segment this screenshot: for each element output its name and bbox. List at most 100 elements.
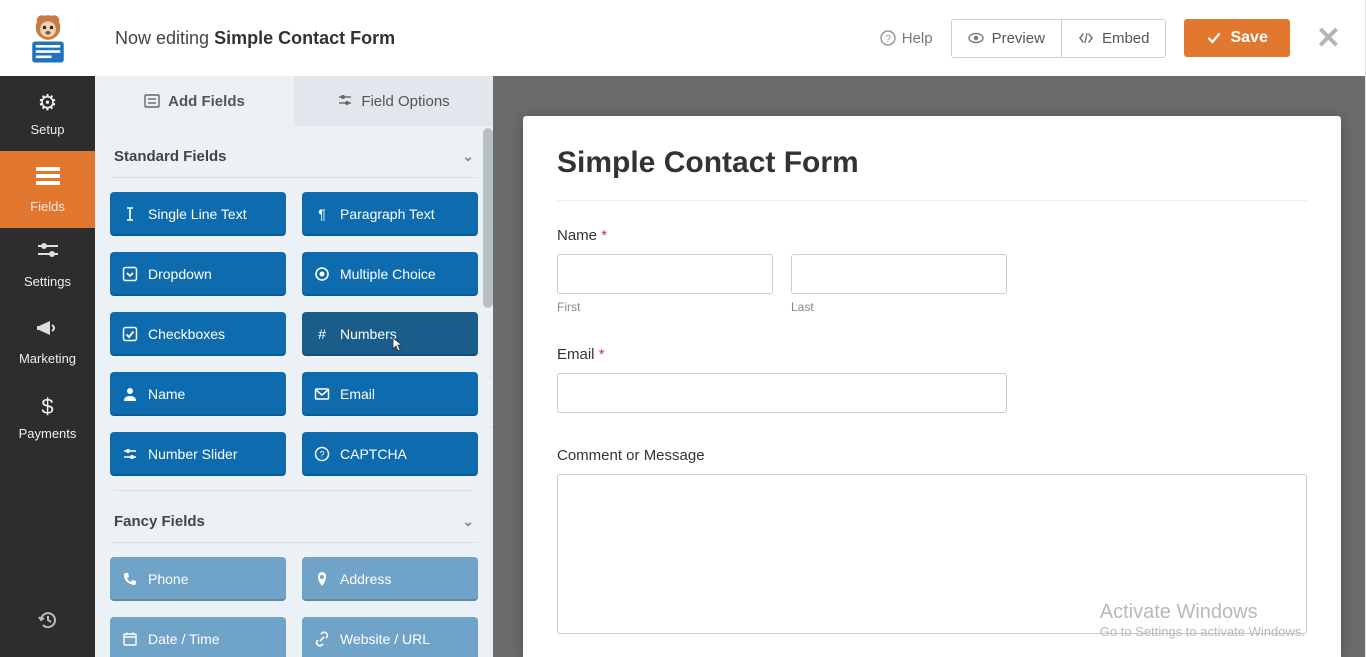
preview-button[interactable]: Preview: [952, 20, 1061, 57]
nav-revisions[interactable]: [0, 593, 95, 657]
nav-settings[interactable]: Settings: [0, 228, 95, 303]
text-cursor-icon: [122, 206, 138, 222]
sliders-h-icon: [122, 446, 138, 462]
name-row: First Last: [557, 254, 1307, 314]
code-icon: [1078, 30, 1094, 46]
chevron-down-icon: ⌄: [462, 148, 474, 165]
field-numbers[interactable]: # Numbers: [302, 312, 478, 356]
preview-label: Preview: [992, 30, 1045, 47]
chevron-down-icon: ⌄: [462, 513, 474, 530]
last-name-col: Last: [791, 254, 1007, 314]
nav-setup[interactable]: ⚙ Setup: [0, 76, 95, 151]
group-fancy-label: Fancy Fields: [114, 513, 205, 530]
editing-prefix: Now editing: [115, 28, 214, 48]
gear-icon: ⚙: [4, 90, 91, 116]
first-name-input[interactable]: [557, 254, 773, 294]
check-square-icon: [122, 326, 138, 342]
field-label: CAPTCHA: [340, 446, 407, 462]
required-asterisk: *: [599, 346, 605, 363]
group-fancy-header[interactable]: Fancy Fields ⌄: [110, 491, 478, 543]
tab-field-options[interactable]: Field Options: [294, 76, 493, 126]
logo: [0, 0, 95, 76]
field-date-time[interactable]: Date / Time: [110, 617, 286, 657]
preview-embed-group: Preview Embed: [951, 19, 1167, 58]
nav-setup-label: Setup: [31, 122, 65, 137]
envelope-icon: [314, 386, 330, 402]
svg-text:?: ?: [319, 450, 324, 460]
nav-payments-label: Payments: [19, 426, 77, 441]
label-name: Name *: [557, 227, 1307, 244]
save-button[interactable]: Save: [1184, 19, 1289, 57]
field-label: Phone: [148, 571, 188, 587]
dollar-icon: $: [4, 394, 91, 420]
canvas-area: Simple Contact Form Name * First Last Em…: [493, 76, 1366, 657]
field-label: Paragraph Text: [340, 206, 435, 222]
nav-marketing-label: Marketing: [19, 351, 76, 366]
email-input[interactable]: [557, 373, 1007, 413]
top-bar: Now editing Simple Contact Form ? Help P…: [0, 0, 1366, 76]
hash-icon: #: [314, 326, 330, 342]
tab-add-fields[interactable]: Add Fields: [95, 76, 294, 126]
form-title: Simple Contact Form: [557, 146, 1307, 201]
sublabel-first: First: [557, 300, 773, 314]
embed-label: Embed: [1102, 30, 1150, 47]
sublabel-last: Last: [791, 300, 1007, 314]
wpforms-logo-icon: [20, 10, 76, 66]
nav-fields[interactable]: Fields: [0, 151, 95, 228]
field-name[interactable]: Name: [110, 372, 286, 416]
editing-form-name: Simple Contact Form: [214, 28, 395, 48]
tab-options-label: Field Options: [361, 93, 449, 110]
field-captcha[interactable]: ? CAPTCHA: [302, 432, 478, 476]
top-actions: ? Help Preview Embed Save ✕: [880, 19, 1365, 58]
help-label: Help: [902, 30, 933, 47]
field-multiple-choice[interactable]: Multiple Choice: [302, 252, 478, 296]
group-standard-header[interactable]: Standard Fields ⌄: [110, 126, 478, 178]
comment-textarea[interactable]: [557, 474, 1307, 634]
field-label: Number Slider: [148, 446, 237, 462]
panel-body: Standard Fields ⌄ Single Line Text ¶ Par…: [95, 126, 493, 657]
field-paragraph-text[interactable]: ¶ Paragraph Text: [302, 192, 478, 236]
field-website-url[interactable]: Website / URL: [302, 617, 478, 657]
user-icon: [122, 386, 138, 402]
embed-button[interactable]: Embed: [1061, 20, 1166, 57]
nav-payments[interactable]: $ Payments: [0, 380, 95, 455]
field-email[interactable]: Email: [302, 372, 478, 416]
field-label: Single Line Text: [148, 206, 247, 222]
field-phone[interactable]: Phone: [110, 557, 286, 601]
label-name-text: Name: [557, 227, 597, 244]
calendar-icon: [122, 631, 138, 647]
sliders-icon: [4, 242, 91, 268]
standard-fields-grid: Single Line Text ¶ Paragraph Text Dropdo…: [110, 192, 478, 476]
help-icon: ?: [880, 30, 896, 46]
fields-panel: Add Fields Field Options Standard Fields…: [95, 76, 493, 657]
eye-icon: [968, 30, 984, 46]
label-email-text: Email: [557, 346, 595, 363]
field-number-slider[interactable]: Number Slider: [110, 432, 286, 476]
close-button[interactable]: ✕: [1316, 21, 1341, 56]
svg-text:?: ?: [885, 34, 891, 45]
field-label: Address: [340, 571, 391, 587]
link-icon: [314, 631, 330, 647]
check-icon: [1206, 30, 1222, 46]
nav-fields-label: Fields: [30, 199, 65, 214]
help-link[interactable]: ? Help: [880, 30, 933, 47]
label-comment: Comment or Message: [557, 447, 1307, 464]
field-dropdown[interactable]: Dropdown: [110, 252, 286, 296]
field-label: Website / URL: [340, 631, 430, 647]
field-checkboxes[interactable]: Checkboxes: [110, 312, 286, 356]
form-preview-card: Simple Contact Form Name * First Last Em…: [523, 116, 1341, 657]
save-label: Save: [1230, 29, 1267, 47]
phone-icon: [122, 571, 138, 587]
nav-marketing[interactable]: Marketing: [0, 303, 95, 380]
field-label: Date / Time: [148, 631, 220, 647]
editing-label: Now editing Simple Contact Form: [115, 28, 395, 49]
field-single-line-text[interactable]: Single Line Text: [110, 192, 286, 236]
field-label: Numbers: [340, 326, 397, 342]
last-name-input[interactable]: [791, 254, 1007, 294]
side-nav: ⚙ Setup Fields Settings Marketing $ Paym…: [0, 76, 95, 657]
nav-settings-label: Settings: [24, 274, 71, 289]
list-icon: [4, 165, 91, 193]
panel-scrollbar[interactable]: [483, 128, 493, 308]
field-label: Dropdown: [148, 266, 212, 282]
field-address[interactable]: Address: [302, 557, 478, 601]
